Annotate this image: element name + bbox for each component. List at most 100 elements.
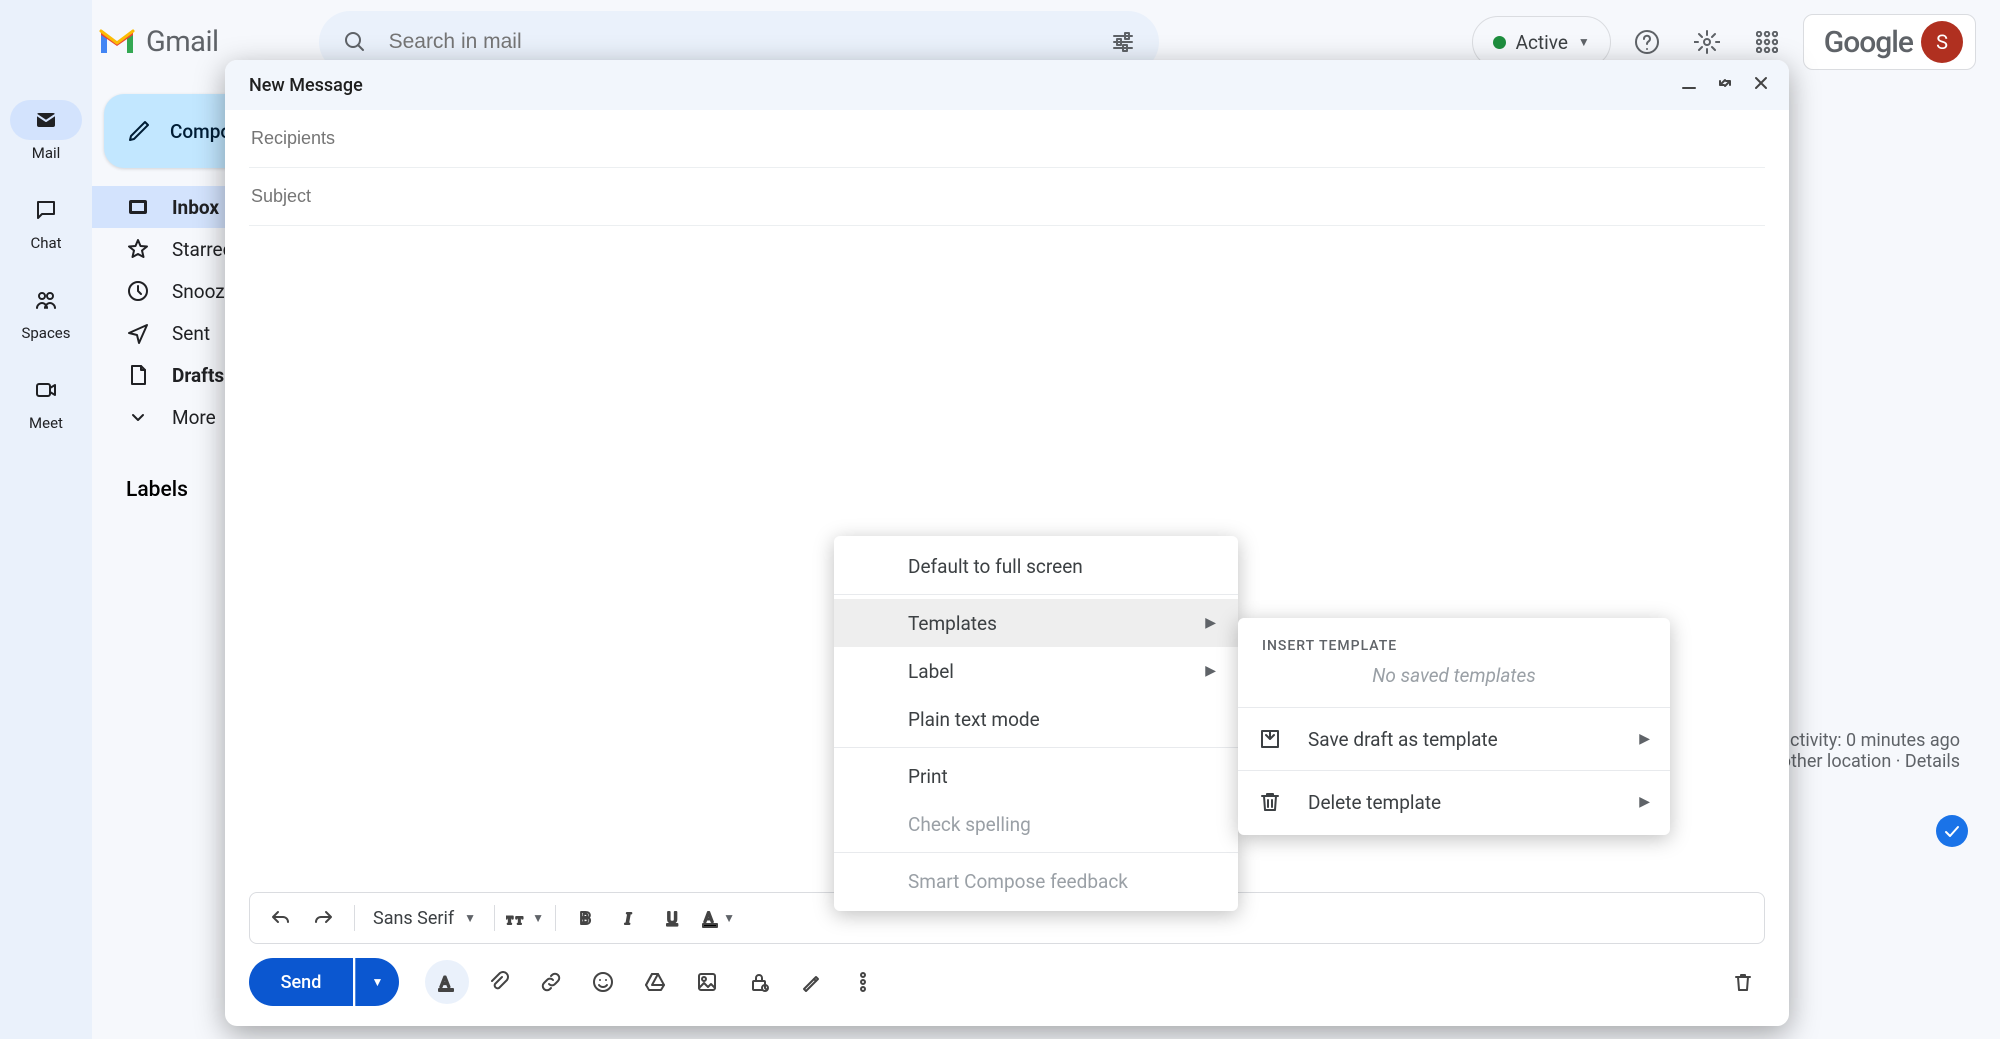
send-button[interactable]: Send	[249, 958, 353, 1006]
status-dot-icon	[1493, 36, 1506, 49]
minimize-icon[interactable]	[1677, 71, 1701, 100]
menu-label: Templates	[908, 612, 997, 635]
rail-label: Mail	[32, 144, 61, 162]
inbox-icon	[126, 196, 150, 218]
submenu-empty: No saved templates	[1238, 664, 1670, 703]
svg-text:U: U	[667, 908, 677, 927]
gmail-logo-icon	[98, 27, 136, 57]
chevron-right-icon: ▶	[1639, 794, 1650, 810]
close-icon[interactable]	[1749, 71, 1773, 100]
help-icon[interactable]	[1623, 18, 1671, 66]
avatar[interactable]: S	[1921, 21, 1963, 63]
formatting-toggle-icon[interactable]: A	[425, 960, 469, 1004]
chevron-down-icon: ▼	[464, 911, 476, 925]
underline-icon[interactable]: U	[654, 898, 694, 938]
image-icon[interactable]	[685, 960, 729, 1004]
svg-text:T: T	[516, 915, 523, 927]
svg-text:I: I	[624, 909, 632, 928]
recipients-input[interactable]	[249, 127, 1765, 150]
chevron-right-icon: ▶	[1205, 615, 1216, 631]
menu-label: Default to full screen	[908, 555, 1083, 578]
nav-label: Inbox	[172, 196, 219, 219]
more-options-icon[interactable]	[841, 960, 885, 1004]
subject-input[interactable]	[249, 185, 1765, 208]
menu-label: Print	[908, 765, 948, 788]
fullscreen-icon[interactable]	[1713, 71, 1737, 100]
menu-smart-compose[interactable]: Smart Compose feedback	[834, 857, 1238, 905]
search-input[interactable]	[387, 29, 1091, 55]
compose-titlebar[interactable]: New Message	[225, 60, 1789, 110]
menu-fullscreen[interactable]: Default to full screen	[834, 542, 1238, 590]
menu-label: Smart Compose feedback	[908, 870, 1128, 893]
trash-icon	[1258, 790, 1282, 814]
confidential-icon[interactable]	[737, 960, 781, 1004]
submenu-header: INSERT TEMPLATE	[1238, 624, 1670, 664]
chevron-down-icon: ▼	[1578, 35, 1590, 49]
undo-icon[interactable]	[260, 898, 300, 938]
apps-grid-icon[interactable]	[1743, 18, 1791, 66]
rail-label: Meet	[29, 414, 63, 432]
submenu-label: Save draft as template	[1308, 728, 1498, 751]
italic-icon[interactable]: I	[610, 898, 650, 938]
menu-templates[interactable]: Templates ▶	[834, 599, 1238, 647]
pencil-icon	[126, 118, 152, 144]
signature-icon[interactable]	[789, 960, 833, 1004]
activity-details-link[interactable]: Details	[1905, 751, 1960, 772]
submenu-label: Delete template	[1308, 791, 1441, 814]
nav-label: More	[172, 406, 216, 429]
menu-check-spelling[interactable]: Check spelling	[834, 800, 1238, 848]
clock-icon	[126, 280, 150, 302]
rail-mail[interactable]: Mail	[10, 100, 82, 162]
send-icon	[126, 322, 150, 344]
save-icon	[1258, 727, 1282, 751]
svg-text:т: т	[506, 911, 513, 928]
submenu-save-template[interactable]: Save draft as template ▶	[1238, 712, 1670, 766]
chevron-down-icon: ▼	[372, 975, 384, 989]
brand[interactable]: Gmail	[98, 25, 219, 59]
text-color-icon[interactable]: A▼	[698, 898, 738, 938]
menu-plaintext[interactable]: Plain text mode	[834, 695, 1238, 743]
send-label: Send	[281, 972, 322, 993]
rail-label: Chat	[30, 234, 61, 252]
link-icon[interactable]	[529, 960, 573, 1004]
templates-submenu: INSERT TEMPLATE No saved templates Save …	[1238, 618, 1670, 835]
settings-gear-icon[interactable]	[1683, 18, 1731, 66]
font-size-icon[interactable]: тT▼	[505, 898, 545, 938]
menu-print[interactable]: Print	[834, 752, 1238, 800]
drive-icon[interactable]	[633, 960, 677, 1004]
tune-icon[interactable]	[1105, 24, 1141, 60]
search-icon[interactable]	[337, 24, 373, 60]
svg-text:B: B	[580, 909, 591, 928]
send-more-button[interactable]: ▼	[355, 958, 399, 1006]
rail-spaces[interactable]: Spaces	[10, 280, 82, 342]
file-icon	[126, 364, 150, 386]
font-family-select[interactable]: Sans Serif ▼	[365, 908, 484, 929]
star-icon	[126, 238, 150, 260]
bold-icon[interactable]: B	[566, 898, 606, 938]
nav-label: Sent	[172, 322, 210, 345]
menu-label: Plain text mode	[908, 708, 1040, 731]
menu-label: Check spelling	[908, 813, 1031, 836]
more-options-menu: Default to full screen Templates ▶ Label…	[834, 536, 1238, 911]
menu-label[interactable]: Label ▶	[834, 647, 1238, 695]
redo-icon[interactable]	[304, 898, 344, 938]
nav-label: Drafts	[172, 364, 224, 387]
chevron-right-icon: ▶	[1639, 731, 1650, 747]
compose-title: New Message	[249, 75, 363, 96]
app-rail: Mail Chat Spaces Meet	[0, 0, 92, 1039]
google-wordmark: Google	[1824, 25, 1913, 60]
discard-draft-icon[interactable]	[1721, 960, 1765, 1004]
status-label: Active	[1516, 31, 1568, 54]
rail-meet[interactable]: Meet	[10, 370, 82, 432]
brand-text: Gmail	[146, 25, 219, 59]
attach-icon[interactable]	[477, 960, 521, 1004]
rail-chat[interactable]: Chat	[10, 190, 82, 252]
font-label: Sans Serif	[373, 908, 454, 929]
account-cluster[interactable]: Google S	[1803, 14, 1976, 70]
emoji-icon[interactable]	[581, 960, 625, 1004]
compose-actions: Send ▼ A	[249, 958, 1765, 1006]
chevron-right-icon: ▶	[1205, 663, 1216, 679]
chevron-down-icon	[126, 406, 150, 428]
submenu-delete-template[interactable]: Delete template ▶	[1238, 775, 1670, 829]
offline-status-icon[interactable]	[1936, 815, 1968, 847]
